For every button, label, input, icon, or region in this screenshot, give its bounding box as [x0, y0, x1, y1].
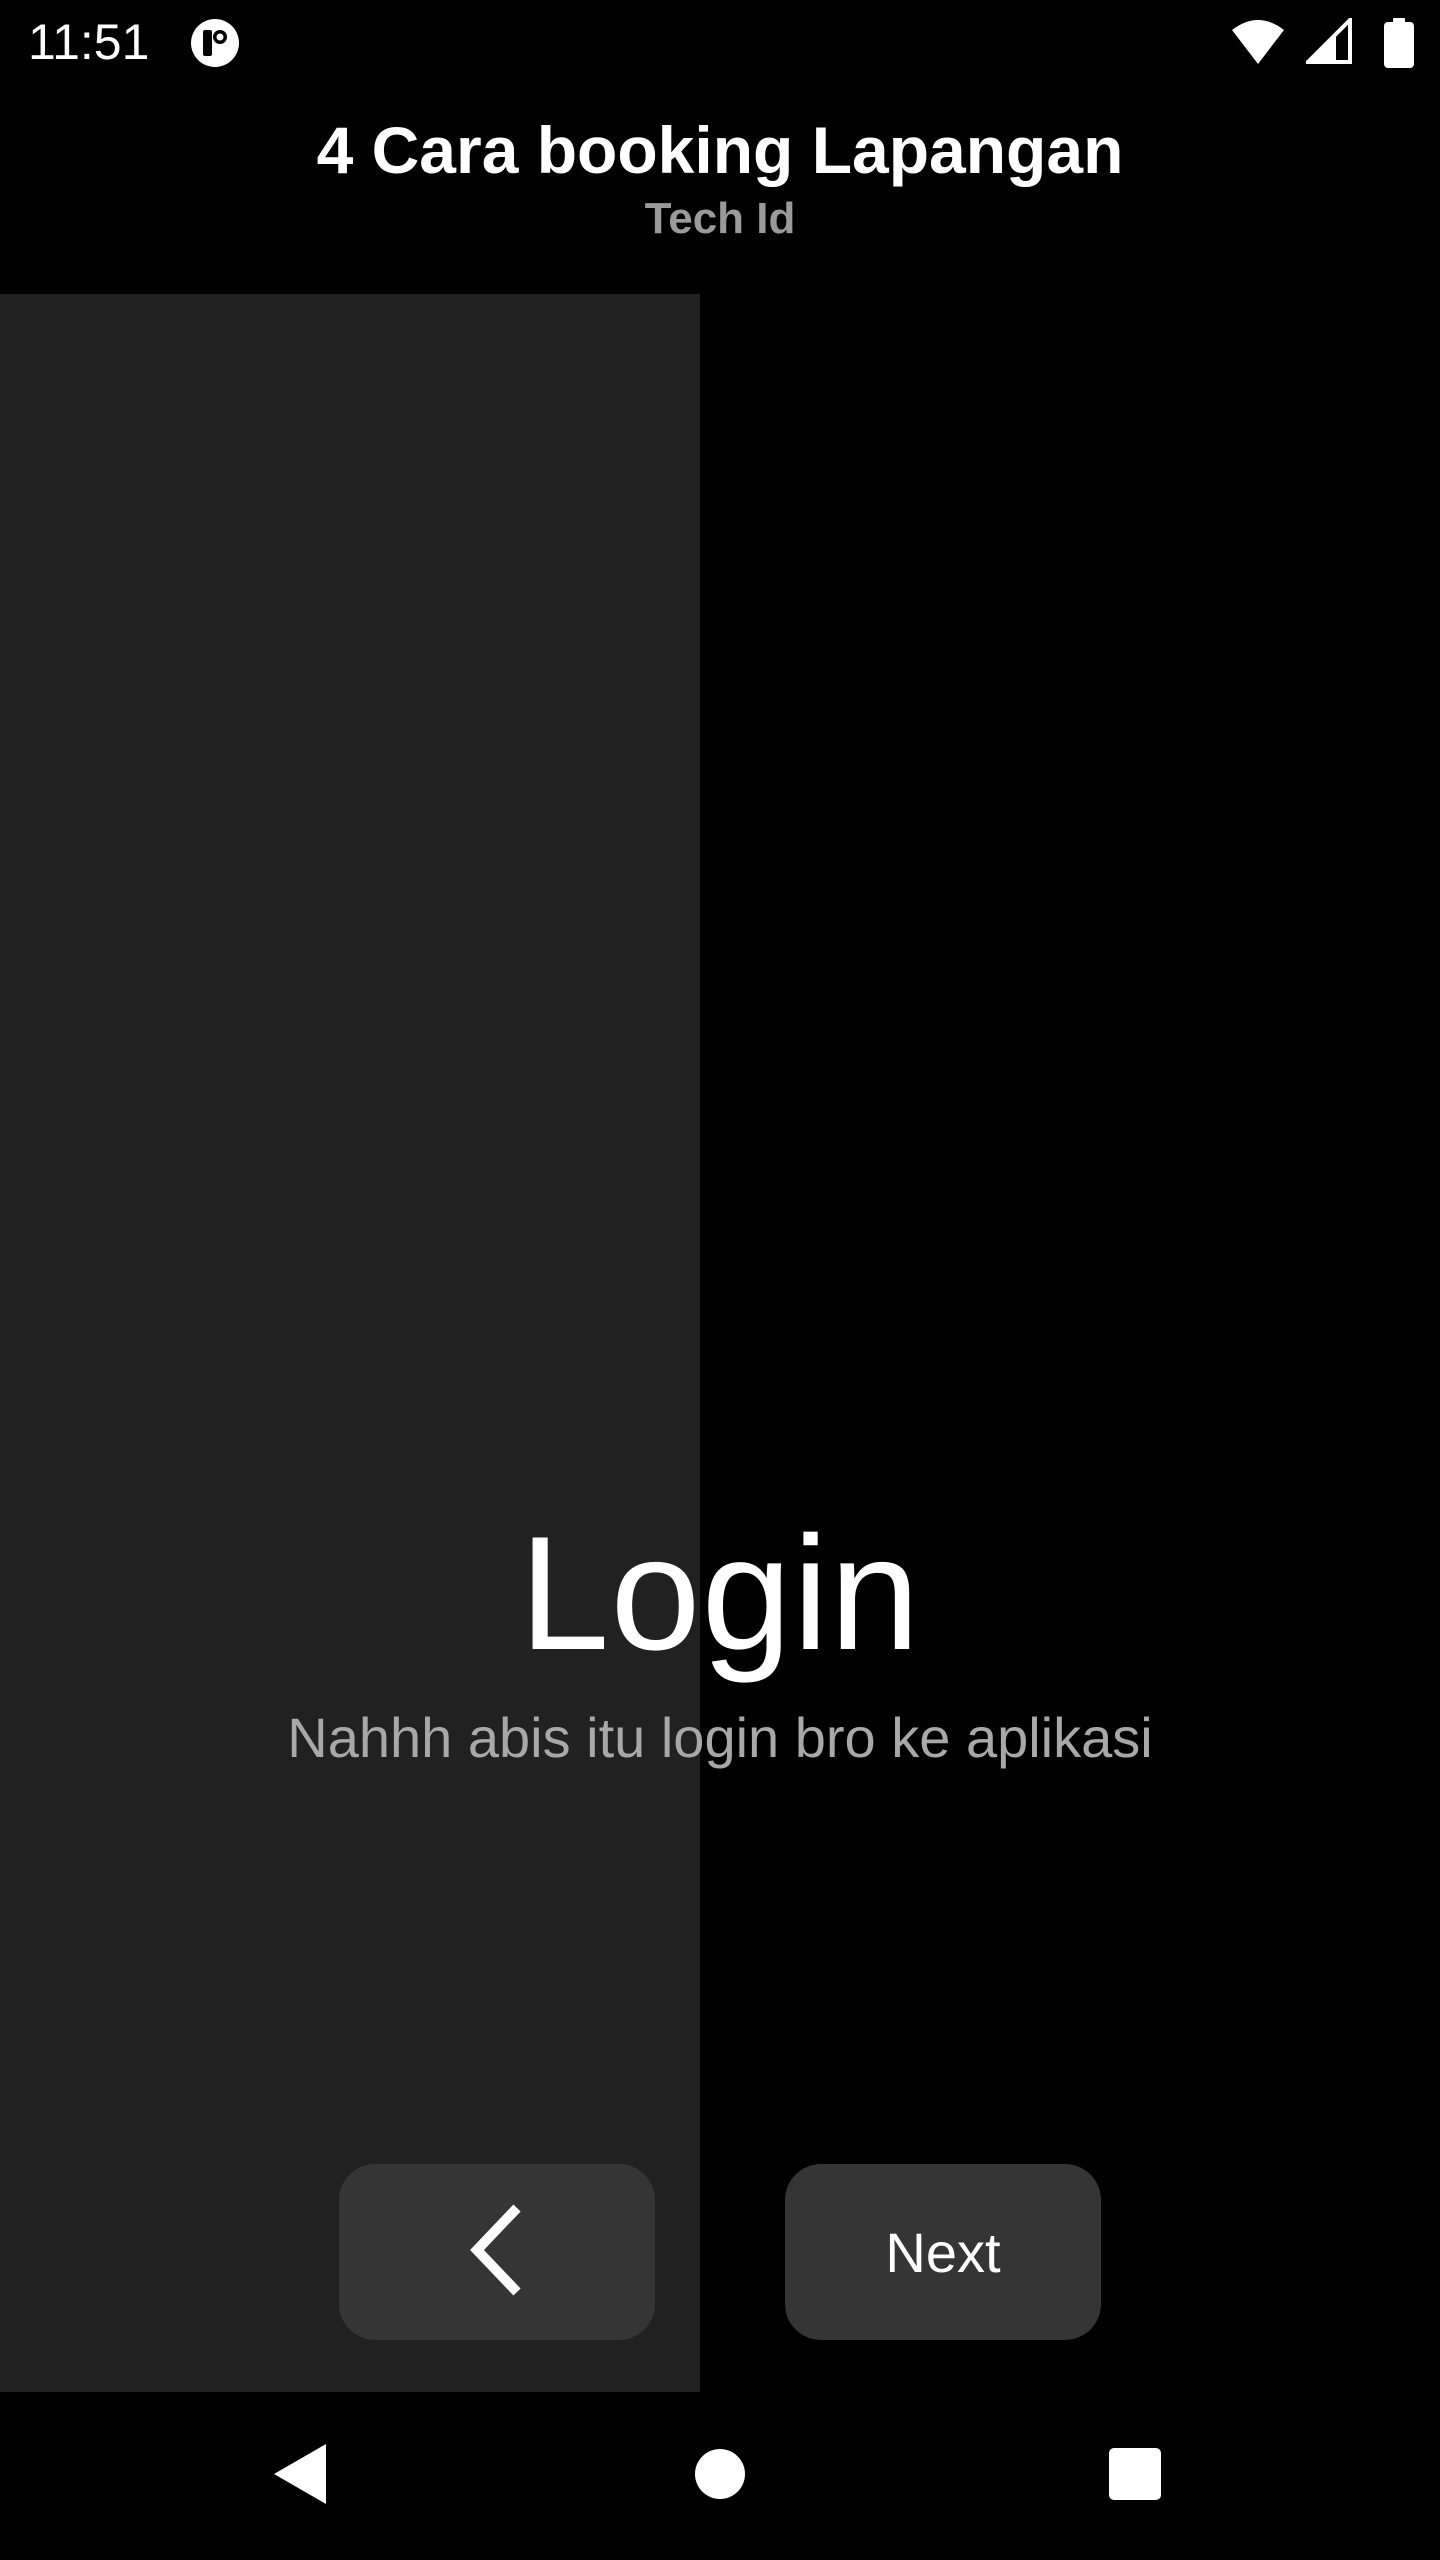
circle-home-icon: [693, 2447, 747, 2506]
navigation-bar: [0, 2392, 1440, 2560]
notification-app-icon: [190, 18, 240, 68]
chevron-left-icon: [467, 2202, 527, 2303]
status-time: 11:51: [28, 14, 150, 70]
status-bar: 11:51: [0, 0, 1440, 84]
nav-home-button[interactable]: [670, 2426, 770, 2526]
nav-recents-button[interactable]: [1085, 2426, 1185, 2526]
nav-back-button[interactable]: [250, 2426, 350, 2526]
triangle-back-icon: [270, 2442, 330, 2511]
slide-description: Nahhh abis itu login bro ke aplikasi: [287, 1706, 1153, 1769]
page-title: 4 Cara booking Lapangan: [316, 113, 1124, 187]
page-subtitle: Tech Id: [644, 194, 796, 243]
slide-content[interactable]: Login Nahhh abis itu login bro ke aplika…: [0, 294, 1440, 2392]
next-button[interactable]: Next: [785, 2164, 1101, 2340]
slide-progress-fill: [0, 294, 700, 2392]
next-button-label: Next: [885, 2220, 1001, 2284]
screen: 11:51 4 Cara booking Lapangan Tech Id Lo…: [0, 0, 1440, 2560]
square-recents-icon: [1108, 2447, 1162, 2506]
back-button[interactable]: [339, 2164, 655, 2340]
slide-title: Login: [519, 1503, 921, 1684]
header: 4 Cara booking Lapangan Tech Id: [0, 104, 1440, 248]
